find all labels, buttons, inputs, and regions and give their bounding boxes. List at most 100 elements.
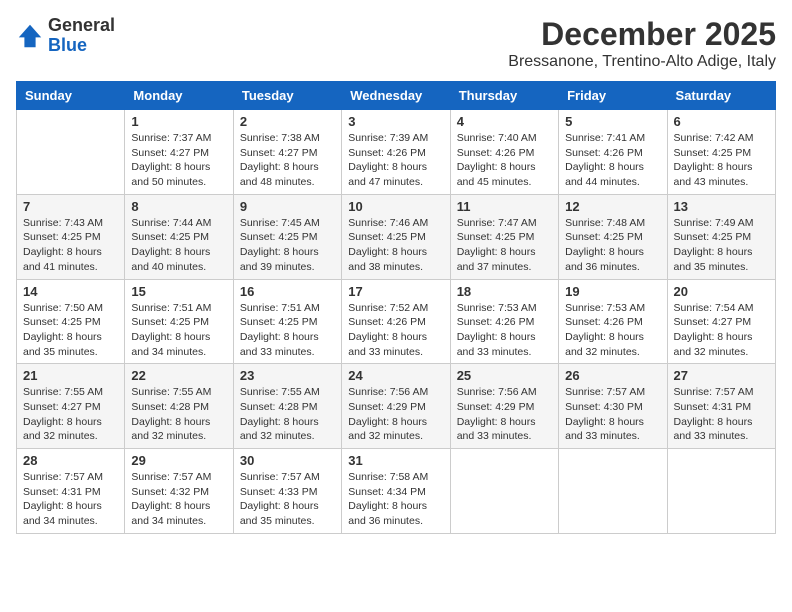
calendar-cell: 21 Sunrise: 7:55 AMSunset: 4:27 PMDayligh…: [17, 364, 125, 449]
day-info: Sunrise: 7:57 AMSunset: 4:30 PMDaylight:…: [565, 385, 660, 444]
weekday-header-monday: Monday: [125, 82, 233, 110]
day-info: Sunrise: 7:57 AMSunset: 4:31 PMDaylight:…: [23, 470, 118, 529]
day-info: Sunrise: 7:37 AMSunset: 4:27 PMDaylight:…: [131, 131, 226, 190]
calendar-cell: [17, 110, 125, 195]
day-info: Sunrise: 7:41 AMSunset: 4:26 PMDaylight:…: [565, 131, 660, 190]
day-number: 16: [240, 284, 335, 299]
day-info: Sunrise: 7:43 AMSunset: 4:25 PMDaylight:…: [23, 216, 118, 275]
day-number: 14: [23, 284, 118, 299]
day-number: 19: [565, 284, 660, 299]
calendar-cell: 26Sunrise: 7:57 AMSunset: 4:30 PMDayligh…: [559, 364, 667, 449]
calendar-cell: 13Sunrise: 7:49 AMSunset: 4:25 PMDayligh…: [667, 194, 775, 279]
day-number: 20: [674, 284, 769, 299]
day-number: 25: [457, 368, 552, 383]
day-info: Sunrise: 7:49 AMSunset: 4:25 PMDaylight:…: [674, 216, 769, 275]
calendar-cell: 18Sunrise: 7:53 AMSunset: 4:26 PMDayligh…: [450, 279, 558, 364]
day-info: Sunrise: 7:50 AMSunset: 4:25 PMDaylight:…: [23, 301, 118, 360]
calendar-cell: 24 Sunrise: 7:56 AMSunset: 4:29 PMDayligh…: [342, 364, 450, 449]
day-number: 17: [348, 284, 443, 299]
day-number: 15: [131, 284, 226, 299]
calendar-cell: 23Sunrise: 7:55 AMSunset: 4:28 PMDayligh…: [233, 364, 341, 449]
calendar-cell: [450, 449, 558, 534]
calendar-cell: 17 Sunrise: 7:52 AMSunset: 4:26 PMDayligh…: [342, 279, 450, 364]
day-info: Sunrise: 7:55 AMSunset: 4:28 PMDaylight:…: [240, 385, 335, 444]
logo-icon: [16, 22, 44, 50]
day-info: Sunrise: 7:56 AMSunset: 4:29 PMDaylight:…: [348, 385, 443, 444]
day-info: Sunrise: 7:44 AMSunset: 4:25 PMDaylight:…: [131, 216, 226, 275]
day-number: 28: [23, 453, 118, 468]
day-info: Sunrise: 7:54 AMSunset: 4:27 PMDaylight:…: [674, 301, 769, 360]
calendar-cell: 6 Sunrise: 7:42 AMSunset: 4:25 PMDaylight…: [667, 110, 775, 195]
day-number: 1: [131, 114, 226, 129]
calendar-cell: 31 Sunrise: 7:58 AMSunset: 4:34 PMDayligh…: [342, 449, 450, 534]
calendar-week-row: 28 Sunrise: 7:57 AMSunset: 4:31 PMDayligh…: [17, 449, 776, 534]
day-info: Sunrise: 7:52 AMSunset: 4:26 PMDaylight:…: [348, 301, 443, 360]
page-header: General Blue December 2025 Bressanone, T…: [16, 16, 776, 71]
day-info: Sunrise: 7:58 AMSunset: 4:34 PMDaylight:…: [348, 470, 443, 529]
day-number: 2: [240, 114, 335, 129]
day-info: Sunrise: 7:40 AMSunset: 4:26 PMDaylight:…: [457, 131, 552, 190]
day-info: Sunrise: 7:55 AMSunset: 4:27 PMDaylight:…: [23, 385, 118, 444]
day-info: Sunrise: 7:53 AMSunset: 4:26 PMDaylight:…: [565, 301, 660, 360]
calendar-cell: 20 Sunrise: 7:54 AMSunset: 4:27 PMDayligh…: [667, 279, 775, 364]
day-number: 22: [131, 368, 226, 383]
logo: General Blue: [16, 16, 115, 56]
logo-blue-text: Blue: [48, 36, 115, 56]
day-info: Sunrise: 7:46 AMSunset: 4:25 PMDaylight:…: [348, 216, 443, 275]
calendar-table: SundayMondayTuesdayWednesdayThursdayFrid…: [16, 81, 776, 534]
day-number: 29: [131, 453, 226, 468]
day-info: Sunrise: 7:55 AMSunset: 4:28 PMDaylight:…: [131, 385, 226, 444]
weekday-header-row: SundayMondayTuesdayWednesdayThursdayFrid…: [17, 82, 776, 110]
day-info: Sunrise: 7:57 AMSunset: 4:31 PMDaylight:…: [674, 385, 769, 444]
day-number: 21: [23, 368, 118, 383]
day-info: Sunrise: 7:53 AMSunset: 4:26 PMDaylight:…: [457, 301, 552, 360]
calendar-cell: 22 Sunrise: 7:55 AMSunset: 4:28 PMDayligh…: [125, 364, 233, 449]
day-number: 27: [674, 368, 769, 383]
calendar-cell: 12Sunrise: 7:48 AMSunset: 4:25 PMDayligh…: [559, 194, 667, 279]
day-info: Sunrise: 7:38 AMSunset: 4:27 PMDaylight:…: [240, 131, 335, 190]
day-info: Sunrise: 7:47 AMSunset: 4:25 PMDaylight:…: [457, 216, 552, 275]
calendar-cell: [559, 449, 667, 534]
day-number: 24: [348, 368, 443, 383]
calendar-week-row: 14 Sunrise: 7:50 AMSunset: 4:25 PMDayligh…: [17, 279, 776, 364]
calendar-cell: 5 Sunrise: 7:41 AMSunset: 4:26 PMDaylight…: [559, 110, 667, 195]
weekday-header-thursday: Thursday: [450, 82, 558, 110]
calendar-cell: 9 Sunrise: 7:45 AMSunset: 4:25 PMDaylight…: [233, 194, 341, 279]
day-info: Sunrise: 7:57 AMSunset: 4:33 PMDaylight:…: [240, 470, 335, 529]
day-number: 30: [240, 453, 335, 468]
day-info: Sunrise: 7:45 AMSunset: 4:25 PMDaylight:…: [240, 216, 335, 275]
day-info: Sunrise: 7:42 AMSunset: 4:25 PMDaylight:…: [674, 131, 769, 190]
calendar-cell: 1 Sunrise: 7:37 AMSunset: 4:27 PMDaylight…: [125, 110, 233, 195]
calendar-cell: [667, 449, 775, 534]
calendar-cell: 8Sunrise: 7:44 AMSunset: 4:25 PMDaylight…: [125, 194, 233, 279]
day-number: 6: [674, 114, 769, 129]
calendar-cell: 25Sunrise: 7:56 AMSunset: 4:29 PMDayligh…: [450, 364, 558, 449]
weekday-header-sunday: Sunday: [17, 82, 125, 110]
weekday-header-friday: Friday: [559, 82, 667, 110]
calendar-cell: 7Sunrise: 7:43 AMSunset: 4:25 PMDaylight…: [17, 194, 125, 279]
calendar-cell: 27 Sunrise: 7:57 AMSunset: 4:31 PMDayligh…: [667, 364, 775, 449]
day-number: 10: [348, 199, 443, 214]
calendar-week-row: 1 Sunrise: 7:37 AMSunset: 4:27 PMDaylight…: [17, 110, 776, 195]
calendar-cell: 3Sunrise: 7:39 AMSunset: 4:26 PMDaylight…: [342, 110, 450, 195]
day-number: 4: [457, 114, 552, 129]
day-number: 11: [457, 199, 552, 214]
calendar-cell: 19 Sunrise: 7:53 AMSunset: 4:26 PMDayligh…: [559, 279, 667, 364]
day-info: Sunrise: 7:51 AMSunset: 4:25 PMDaylight:…: [240, 301, 335, 360]
calendar-cell: 28 Sunrise: 7:57 AMSunset: 4:31 PMDayligh…: [17, 449, 125, 534]
calendar-week-row: 21 Sunrise: 7:55 AMSunset: 4:27 PMDayligh…: [17, 364, 776, 449]
day-number: 5: [565, 114, 660, 129]
day-number: 12: [565, 199, 660, 214]
calendar-cell: 30 Sunrise: 7:57 AMSunset: 4:33 PMDayligh…: [233, 449, 341, 534]
calendar-cell: 11 Sunrise: 7:47 AMSunset: 4:25 PMDayligh…: [450, 194, 558, 279]
calendar-cell: 29Sunrise: 7:57 AMSunset: 4:32 PMDayligh…: [125, 449, 233, 534]
day-number: 31: [348, 453, 443, 468]
calendar-cell: 10 Sunrise: 7:46 AMSunset: 4:25 PMDayligh…: [342, 194, 450, 279]
day-number: 9: [240, 199, 335, 214]
logo-general-text: General: [48, 16, 115, 36]
calendar-cell: 2 Sunrise: 7:38 AMSunset: 4:27 PMDaylight…: [233, 110, 341, 195]
title-block: December 2025 Bressanone, Trentino-Alto …: [508, 16, 776, 71]
month-year-title: December 2025: [508, 16, 776, 53]
weekday-header-tuesday: Tuesday: [233, 82, 341, 110]
calendar-cell: 16 Sunrise: 7:51 AMSunset: 4:25 PMDayligh…: [233, 279, 341, 364]
